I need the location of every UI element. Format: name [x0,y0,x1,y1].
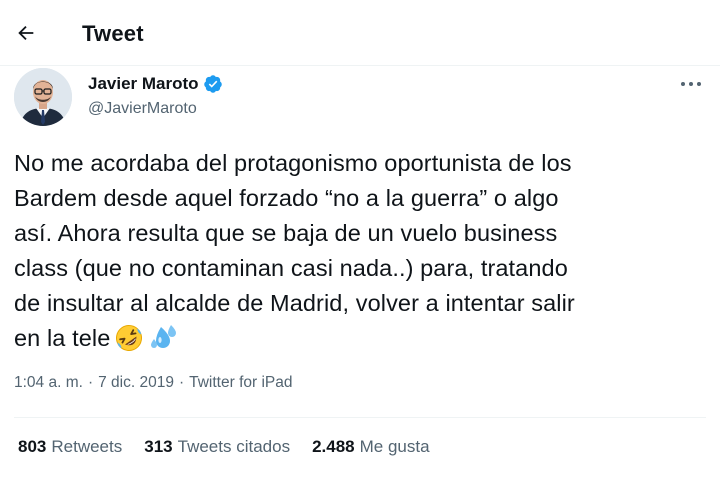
arrow-left-icon [18,25,34,41]
verified-badge-icon [203,75,222,93]
quote-tweets-stat[interactable]: 313 Tweets citados [144,437,290,457]
tweet-text-line: Bardem desde aquel forzado “no a la guer… [14,185,559,211]
tweet-text-line: en la tele [14,325,111,351]
author-name[interactable]: Javier Maroto [88,74,199,94]
tweet-meta: 1:04 a. m. · 7 dic. 2019 · Twitter for i… [14,374,293,392]
likes-stat[interactable]: 2.488 Me gusta [312,437,429,457]
sweat-droplets-emoji-icon [148,323,178,363]
likes-label: Me gusta [359,437,430,456]
author-handle[interactable]: @JavierMaroto [88,100,197,118]
likes-count: 2.488 [312,437,355,456]
tweet-time[interactable]: 1:04 a. m. [14,374,83,392]
avatar[interactable] [14,68,72,126]
meta-separator: · [178,374,185,391]
retweets-stat[interactable]: 803 Retweets [18,437,122,457]
author-name-row: Javier Maroto [88,74,223,94]
quote-tweets-count: 313 [144,437,173,456]
rolling-on-floor-laughing-emoji-icon [114,323,144,363]
tweet-date[interactable]: 7 dic. 2019 [98,374,174,392]
engagement-stats: 803 Retweets 313 Tweets citados 2.488 Me… [18,437,452,457]
tweet-text-last-line: en la tele [14,321,704,363]
tweet-text: No me acordaba del protagonismo oportuni… [14,146,704,363]
more-options-button[interactable] [676,72,706,96]
page-title: Tweet [82,21,144,46]
tweet-header: Tweet [0,0,720,66]
divider [14,417,706,418]
tweet-text-line: así. Ahora resulta que se baja de un vue… [14,220,558,246]
quote-tweets-label: Tweets citados [177,437,291,456]
meta-separator: · [87,374,94,391]
profile-photo [14,68,72,126]
retweets-count: 803 [18,437,47,456]
tweet-source[interactable]: Twitter for iPad [189,374,292,392]
tweet-text-line: No me acordaba del protagonismo oportuni… [14,150,572,176]
tweet-text-line: de insultar al alcalde de Madrid, volver… [14,290,575,316]
retweets-label: Retweets [51,437,123,456]
tweet-text-line: class (que no contaminan casi nada..) pa… [14,255,568,281]
more-dots-icon [681,82,701,86]
author-row: Javier Maroto @JavierMaroto [14,68,706,130]
back-button[interactable] [10,17,42,49]
